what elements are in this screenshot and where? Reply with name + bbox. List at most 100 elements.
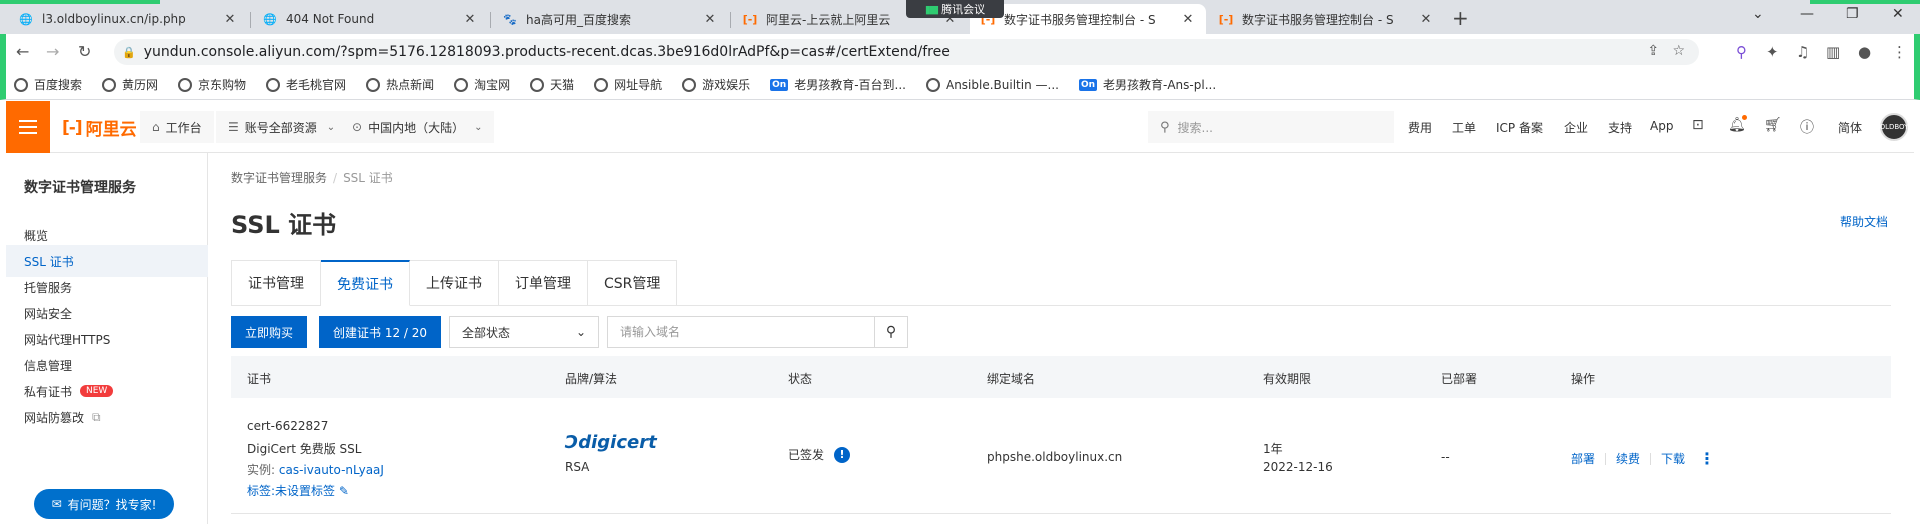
workbench-label: 工作台 <box>165 120 202 135</box>
bookmark-item[interactable]: 黄历网 <box>102 76 158 93</box>
renew-link[interactable]: 续费 <box>1616 450 1640 467</box>
search-icon: ⚲ <box>1160 119 1170 135</box>
tab-free-cert[interactable]: 免费证书 <box>321 260 410 306</box>
close-window-icon[interactable]: ✕ <box>1892 6 1904 22</box>
deploy-link[interactable]: 部署 <box>1571 450 1595 467</box>
browser-tab-title: 404 Not Found <box>286 12 375 26</box>
browser-tab[interactable]: 🐾 ha高可用_百度搜索 ✕ <box>492 4 728 34</box>
help-doc-link[interactable]: 帮助文档 <box>1840 213 1888 230</box>
close-icon[interactable]: ✕ <box>462 12 478 27</box>
download-link[interactable]: 下载 <box>1661 450 1685 467</box>
lock-icon[interactable]: 🔒 <box>122 46 136 59</box>
info-exclamation-icon[interactable]: ! <box>834 446 851 463</box>
puzzle-icon[interactable]: ✦ <box>1766 43 1779 61</box>
column-header: 已部署 <box>1441 372 1478 386</box>
globe-icon <box>266 77 281 92</box>
side-panel-icon[interactable]: ▥ <box>1826 43 1840 61</box>
terminal-icon[interactable]: ⊡ <box>1692 117 1704 133</box>
bookmark-label: 黄历网 <box>122 78 159 92</box>
more-vertical-icon[interactable]: ⋮ <box>1699 450 1715 466</box>
language-switch[interactable]: 简体 <box>1838 119 1862 136</box>
home-icon: ⌂ <box>152 120 160 134</box>
chevron-down-icon: ⌄ <box>575 325 586 339</box>
status-filter-select[interactable]: 全部状态 ⌄ <box>449 316 599 348</box>
browser-tab-title: 数字证书服务管理控制台 - S <box>1004 12 1156 27</box>
back-arrow-icon[interactable]: ← <box>16 42 29 61</box>
bookmark-item[interactable]: 百度搜索 <box>14 76 82 93</box>
nav-link-billing[interactable]: 费用 <box>1408 119 1432 136</box>
close-icon[interactable]: ✕ <box>1418 12 1434 27</box>
tab-csr[interactable]: CSR管理 <box>588 260 678 306</box>
sidebar-item-tamper[interactable]: 网站防篡改 ⧉ <box>6 401 208 433</box>
bookmark-item[interactable]: 天猫 <box>530 76 574 93</box>
meeting-indicator[interactable]: ▮▮▮ 腾讯会议 <box>906 0 1004 18</box>
tab-upload-cert[interactable]: 上传证书 <box>410 260 499 306</box>
browser-tab[interactable]: 🌐 l3.oldboylinux.cn/ip.php ✕ <box>8 4 248 34</box>
notification-dot <box>1742 115 1747 120</box>
instance-value[interactable]: cas-ivauto-nLyaaJ <box>279 463 384 477</box>
close-icon[interactable]: ✕ <box>1180 12 1196 27</box>
column-header: 品牌/算法 <box>565 372 618 386</box>
help-icon[interactable]: ⓘ <box>1800 117 1814 137</box>
bookmark-item[interactable]: Ansible.Builtin —... <box>925 77 1059 92</box>
brand-name: 阿里云 <box>85 120 137 140</box>
tab-search-icon[interactable]: ⌄ <box>1752 6 1764 22</box>
new-tab-button[interactable]: + <box>1452 6 1469 30</box>
nav-link-enterprise[interactable]: 企业 <box>1564 119 1588 136</box>
cart-icon[interactable]: 🛒︎ <box>1764 117 1782 133</box>
nav-link-support[interactable]: 支持 <box>1608 119 1632 136</box>
reload-icon[interactable]: ↻ <box>78 42 91 61</box>
close-icon[interactable]: ✕ <box>702 12 718 27</box>
domain-search-input[interactable] <box>607 316 875 348</box>
nav-link-icp[interactable]: ICP 备案 <box>1496 119 1543 136</box>
media-icon[interactable]: ♫ <box>1796 43 1809 61</box>
cert-id: cert-6622827 <box>247 419 329 433</box>
aliyun-logo[interactable]: [-] 阿里云 <box>62 115 137 141</box>
restore-icon[interactable]: ❐ <box>1846 6 1859 22</box>
browser-tab[interactable]: 🌐 404 Not Found ✕ <box>252 4 488 34</box>
avatar[interactable]: OLDBOY <box>1880 113 1908 141</box>
browser-tab[interactable]: [-] 数字证书服务管理控制台 - S ✕ <box>1208 4 1444 34</box>
account-resources-dropdown[interactable]: ☰ 账号全部资源 ⌄ <box>216 111 348 143</box>
menu-kebab-icon[interactable]: ⋮ <box>1892 43 1907 61</box>
extension-icon[interactable]: ⚲ <box>1736 43 1747 61</box>
nav-link-app[interactable]: App <box>1650 119 1673 133</box>
validity-period: 1年 <box>1263 442 1283 456</box>
create-cert-button[interactable]: 创建证书 12 / 20 <box>319 316 442 348</box>
forward-arrow-icon[interactable]: → <box>46 42 59 61</box>
cert-tag-link[interactable]: 标签:未设置标签 ✎ <box>247 482 349 499</box>
browser-tab-active[interactable]: [-] 数字证书服务管理控制台 - S ✕ <box>970 4 1206 34</box>
bookmark-item[interactable]: 老毛桃官网 <box>266 76 346 93</box>
url-text[interactable]: yundun.console.aliyun.com/?spm=5176.1281… <box>144 44 950 60</box>
close-icon[interactable]: ✕ <box>222 12 238 27</box>
bookmark-item[interactable]: On 老男孩教育-Ans-pl... <box>1078 76 1216 93</box>
bookmark-label: 游戏娱乐 <box>702 78 751 92</box>
url-bar[interactable]: 🔒 yundun.console.aliyun.com/?spm=5176.12… <box>114 39 1699 65</box>
edit-pencil-icon[interactable]: ✎ <box>339 484 349 498</box>
bookmark-item[interactable]: 淘宝网 <box>454 76 510 93</box>
search-button[interactable]: ⚲ <box>874 316 908 348</box>
buy-now-button[interactable]: 立即购买 <box>231 316 308 348</box>
bookmark-item[interactable]: 京东购物 <box>178 76 246 93</box>
expiry-date: 2022-12-16 <box>1263 460 1333 474</box>
bookmark-item[interactable]: 游戏娱乐 <box>682 76 750 93</box>
nav-link-ticket[interactable]: 工单 <box>1452 119 1476 136</box>
hamburger-menu-icon[interactable] <box>6 101 50 153</box>
tab-orders[interactable]: 订单管理 <box>499 260 588 306</box>
breadcrumb-link[interactable]: 数字证书管理服务 <box>231 171 327 185</box>
bookmark-star-icon[interactable]: ⇪ ☆ <box>1647 43 1685 59</box>
ask-expert-button[interactable]: ✉ 有问题？找专家! <box>34 489 174 519</box>
bookmark-item[interactable]: 网址导航 <box>594 76 662 93</box>
bookmark-item[interactable]: 热点新闻 <box>366 76 434 93</box>
console-search-input[interactable]: ⚲ 搜索... <box>1148 111 1394 143</box>
minimize-icon[interactable]: — <box>1800 6 1814 22</box>
tab-cert-management[interactable]: 证书管理 <box>231 260 321 306</box>
globe-icon <box>682 77 697 92</box>
profile-icon[interactable]: ● <box>1858 43 1871 61</box>
column-header: 状态 <box>788 372 813 386</box>
digicert-logo: Ↄdigicert <box>565 432 657 453</box>
sidebar-item-label: SSL 证书 <box>24 254 74 269</box>
bookmark-item[interactable]: On 老男孩教育-百台到... <box>770 76 906 93</box>
region-dropdown[interactable]: ⊙ 中国内地（大陆） ⌄ <box>340 111 495 143</box>
workbench-button[interactable]: ⌂ 工作台 <box>140 111 214 143</box>
